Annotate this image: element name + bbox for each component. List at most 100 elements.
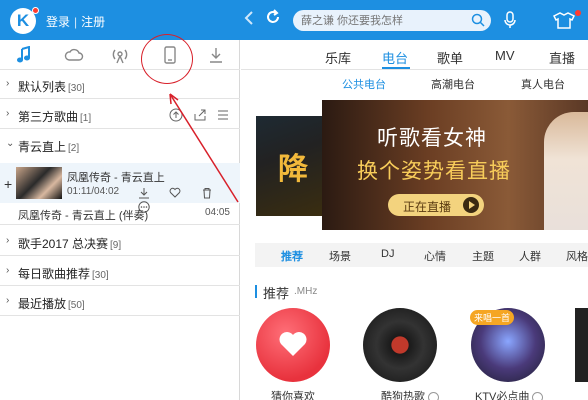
list-name: 最近播放 [18, 297, 67, 311]
category-scene[interactable]: 场景 [329, 248, 351, 264]
search-input[interactable] [301, 12, 466, 29]
banner-side-text: 降 [278, 152, 308, 187]
row-actions [163, 107, 230, 122]
list-name: 第三方歌曲 [18, 110, 79, 124]
notification-dot [32, 7, 39, 14]
login-links: 登录 | 注册 [46, 13, 105, 30]
play-circle-icon[interactable] [532, 391, 544, 400]
tab-mv[interactable]: MV [495, 48, 515, 63]
category-style[interactable]: 风格 [566, 248, 588, 264]
current-song-row[interactable]: + 凤凰传奇 - 青云直上 01:11/04:02 [0, 163, 240, 213]
banner-side-slide[interactable]: 降 [256, 116, 322, 216]
album-cover [16, 167, 62, 199]
live-now-button[interactable]: 正在直播 [388, 194, 484, 216]
upload-icon[interactable] [169, 108, 183, 122]
cloud-icon[interactable] [64, 46, 84, 64]
chevron-right-icon: › [6, 78, 10, 89]
category-mood[interactable]: 心情 [424, 248, 446, 264]
subtab-live-radio[interactable]: 真人电台 [521, 76, 565, 92]
download-icon[interactable] [138, 187, 150, 199]
station-badge: 来唱一首 [470, 310, 515, 325]
list-row[interactable]: › 每日歌曲推荐 [30] [0, 257, 240, 286]
heart-icon [279, 332, 307, 356]
live-now-label: 正在直播 [403, 200, 452, 214]
heart-icon[interactable] [169, 187, 181, 199]
left-panel: › 默认列表 [30] › 第三方歌曲 [1] ⌄ 青云直上 [2] + 凤凰传奇 -… [0, 34, 240, 400]
chevron-right-icon: › [6, 235, 10, 246]
share-icon[interactable] [193, 108, 207, 122]
music-note-icon[interactable] [14, 46, 34, 64]
main-tabs: 乐库 电台 歌单 MV 直播 [241, 40, 588, 70]
station-label-row: KTV必点曲 [475, 388, 544, 400]
search-box [293, 10, 491, 31]
banner-person-image [544, 112, 588, 230]
banner[interactable]: 听歌看女神 换个姿势看直播 正在直播 [322, 100, 588, 230]
station-next[interactable] [575, 308, 588, 382]
list-count: [9] [110, 240, 122, 251]
chevron-right-icon: › [6, 295, 10, 306]
song-title: 凤凰传奇 - 青云直上 [67, 172, 165, 184]
list-row[interactable]: › 第三方歌曲 [1] [0, 100, 240, 129]
station-guess-you-like[interactable] [256, 308, 330, 382]
song-title: 凤凰传奇 - 青云直上 (伴奏) [18, 210, 149, 222]
add-icon[interactable]: + [4, 176, 12, 192]
list-name: 默认列表 [18, 80, 67, 94]
download-icon[interactable] [206, 46, 226, 64]
station-label: 猜你喜欢 [271, 391, 315, 400]
station-label: 酷狗热歌 [381, 391, 425, 400]
right-panel: 乐库 电台 歌单 MV 直播 公共电台 高潮电台 真人电台 降 听歌看女神 换个… [241, 40, 588, 400]
subtab-climax-radio[interactable]: 高潮电台 [431, 76, 475, 92]
back-arrow-icon[interactable] [244, 10, 254, 31]
active-tab-indicator [382, 67, 410, 69]
list-row[interactable]: › 默认列表 [30] [0, 70, 240, 99]
play-circle-icon[interactable] [428, 391, 439, 400]
refresh-icon[interactable] [265, 9, 281, 30]
play-icon [463, 197, 479, 213]
tab-playlists[interactable]: 歌单 [437, 48, 463, 67]
list-name: 青云直上 [18, 140, 67, 154]
list-count: [30] [92, 270, 109, 281]
title-bar: K 登录 | 注册 [0, 0, 588, 40]
list-name: 歌手2017 总决赛 [18, 237, 109, 251]
category-dj[interactable]: DJ [381, 248, 394, 260]
subtab-public-radio[interactable]: 公共电台 [342, 76, 386, 92]
listen-recognize-icon[interactable] [503, 10, 517, 30]
song-time: 01:11/04:02 [67, 186, 120, 197]
list-count: [50] [68, 300, 85, 311]
left-tabs [0, 34, 240, 84]
radio-icon[interactable] [110, 46, 130, 64]
song-duration: 04:05 [204, 207, 230, 218]
tab-radio[interactable]: 电台 [382, 48, 408, 67]
register-link[interactable]: 注册 [81, 15, 105, 29]
list-row[interactable]: › 歌手2017 总决赛 [9] [0, 227, 240, 256]
login-link[interactable]: 登录 [46, 15, 70, 29]
sub-tabs: 公共电台 高潮电台 真人电台 [241, 70, 588, 96]
section-accent [255, 285, 257, 298]
category-recommend[interactable]: 推荐 [281, 248, 303, 264]
search-icon[interactable] [471, 13, 485, 27]
tab-live[interactable]: 直播 [549, 48, 575, 67]
category-crowd[interactable]: 人群 [519, 248, 541, 264]
login-separator: | [74, 15, 78, 29]
category-theme[interactable]: 主题 [472, 248, 494, 264]
carousel-dots [522, 224, 586, 230]
list-name: 每日歌曲推荐 [18, 267, 91, 281]
list-row[interactable]: ⌄ 青云直上 [2] [0, 130, 240, 159]
station-label: KTV必点曲 [475, 391, 530, 400]
chevron-right-icon: › [6, 108, 10, 119]
station-label-row: 酷狗热歌 [381, 388, 439, 400]
list-count: [30] [68, 83, 85, 94]
delete-icon[interactable] [201, 187, 213, 199]
chevron-down-icon: ⌄ [6, 138, 15, 149]
category-bar: 推荐 场景 DJ 心情 主题 人群 风格 [255, 243, 588, 267]
chevron-right-icon: › [6, 265, 10, 276]
banner-subtitle: 换个姿势看直播 [357, 160, 511, 183]
tab-library[interactable]: 乐库 [325, 48, 351, 67]
song-row[interactable]: 凤凰传奇 - 青云直上 (伴奏) 04:05 [0, 203, 240, 225]
list-count: [1] [80, 113, 92, 124]
section-subtitle: .MHz [294, 286, 318, 297]
skin-icon[interactable] [548, 8, 588, 34]
list-row[interactable]: › 最近播放 [50] [0, 287, 240, 316]
menu-icon[interactable] [216, 108, 230, 122]
station-hot-songs[interactable] [363, 308, 437, 382]
